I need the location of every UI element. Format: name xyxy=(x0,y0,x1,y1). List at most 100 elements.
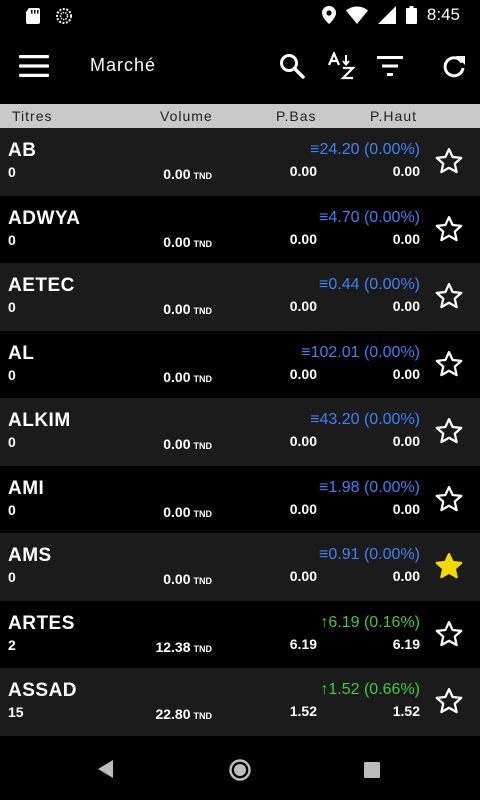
row-volume: 0.00 TND xyxy=(163,166,212,182)
favorite-star-icon[interactable] xyxy=(434,146,464,176)
hamburger-menu-icon xyxy=(19,55,49,77)
favorite-star-icon[interactable] xyxy=(434,349,464,379)
row-volume-value: 0.00 xyxy=(163,233,191,250)
signal-icon xyxy=(377,6,396,24)
table-row[interactable]: AMI 0 0.00 TND ≡1.98 (0.00%) 0.00 0.00 xyxy=(0,465,480,533)
sort-az-button[interactable] xyxy=(326,50,358,82)
row-low: 0.00 xyxy=(289,433,317,449)
row-high: 6.19 xyxy=(392,635,420,652)
row-symbol: ARTES xyxy=(8,612,75,634)
row-quantity: 0 xyxy=(8,231,16,248)
row-volume-value: 22.80 xyxy=(155,706,191,722)
column-titres[interactable]: Titres xyxy=(12,108,52,124)
refresh-button[interactable] xyxy=(438,50,470,82)
row-quantity: 2 xyxy=(8,636,16,653)
securities-list: AB 0 0.00 TND ≡24.20 (0.00%) 0.00 0.00 AD… xyxy=(0,128,480,736)
refresh-icon xyxy=(443,56,465,78)
row-price: ≡0.91 (0.00%) xyxy=(319,546,420,563)
row-low: 0.00 xyxy=(289,365,317,382)
favorite-star-icon[interactable] xyxy=(434,214,464,244)
row-high: 0.00 xyxy=(392,163,420,179)
row-volume: 22.80 TND xyxy=(155,706,212,722)
row-low: 1.52 xyxy=(289,703,317,719)
row-high: 0.00 xyxy=(392,298,420,314)
row-volume: 0.00 TND xyxy=(163,436,212,452)
status-time: 8:45 xyxy=(426,5,460,24)
row-quantity: 0 xyxy=(8,164,16,180)
row-price: ≡43.20 (0.00%) xyxy=(310,411,420,428)
recents-nav-icon[interactable] xyxy=(364,762,380,778)
row-volume: 12.38 TND xyxy=(155,639,212,655)
row-low: 6.19 xyxy=(289,635,317,652)
row-volume: 0.00 TND xyxy=(163,571,212,587)
battery-icon xyxy=(405,6,417,24)
row-high: 0.00 xyxy=(392,365,420,382)
favorite-star-icon[interactable] xyxy=(434,551,464,581)
status-right: 8:45 xyxy=(321,5,460,25)
row-symbol: ALKIM xyxy=(8,410,71,431)
table-row[interactable]: AB 0 0.00 TND ≡24.20 (0.00%) 0.00 0.00 xyxy=(0,128,480,196)
row-low: 0.00 xyxy=(289,568,317,584)
row-symbol: ADWYA xyxy=(8,207,81,229)
row-volume-value: 0.00 xyxy=(163,166,191,182)
menu-button[interactable] xyxy=(18,50,50,82)
filter-button[interactable] xyxy=(374,50,406,82)
row-price: ↑1.52 (0.66%) xyxy=(320,681,420,698)
row-symbol: AL xyxy=(8,342,35,364)
row-volume-unit: TND xyxy=(193,306,213,316)
row-volume-value: 0.00 xyxy=(163,571,191,587)
column-phaut[interactable]: P.Haut xyxy=(370,108,417,124)
row-high: 0.00 xyxy=(392,433,420,449)
row-price: ↑6.19 (0.16%) xyxy=(320,613,420,631)
location-icon xyxy=(321,6,336,24)
row-price: ≡0.44 (0.00%) xyxy=(319,276,420,293)
row-symbol: AETEC xyxy=(8,275,75,296)
page-title: Marché xyxy=(90,55,157,75)
sd-card-icon xyxy=(26,8,40,24)
search-icon xyxy=(280,54,305,79)
column-pbas[interactable]: P.Bas xyxy=(276,108,317,124)
row-volume-value: 12.38 xyxy=(155,638,191,655)
favorite-star-icon[interactable] xyxy=(434,619,464,649)
favorite-star-icon[interactable] xyxy=(434,484,464,514)
favorite-star-icon[interactable] xyxy=(434,281,464,311)
row-quantity: 0 xyxy=(8,434,16,450)
search-button[interactable] xyxy=(276,50,308,82)
row-price: ≡1.98 (0.00%) xyxy=(319,478,420,496)
row-quantity: 0 xyxy=(8,569,16,585)
table-row[interactable]: AL 0 0.00 TND ≡102.01 (0.00%) 0.00 0.00 xyxy=(0,330,480,398)
table-row[interactable]: ADWYA 0 0.00 TND ≡4.70 (0.00%) 0.00 0.00 xyxy=(0,195,480,263)
row-quantity: 0 xyxy=(8,366,16,383)
table-row[interactable]: ARTES 2 12.38 TND ↑6.19 (0.16%) 6.19 6.19 xyxy=(0,600,480,668)
row-volume-unit: TND xyxy=(193,508,213,519)
row-symbol: AMI xyxy=(8,477,45,499)
row-volume-value: 0.00 xyxy=(163,301,191,317)
table-row[interactable]: AMS 0 0.00 TND ≡0.91 (0.00%) 0.00 0.00 xyxy=(0,533,480,601)
sync-spinner-icon xyxy=(56,8,72,24)
row-volume-value: 0.00 xyxy=(163,436,191,452)
table-row[interactable]: AETEC 0 0.00 TND ≡0.44 (0.00%) 0.00 0.00 xyxy=(0,263,480,331)
row-high: 1.52 xyxy=(392,703,420,719)
app-toolbar: Marché xyxy=(0,32,480,100)
row-volume-unit: TND xyxy=(193,576,213,586)
row-low: 0.00 xyxy=(289,163,317,179)
table-row[interactable]: ALKIM 0 0.00 TND ≡43.20 (0.00%) 0.00 0.00 xyxy=(0,398,480,466)
row-symbol: AB xyxy=(8,140,37,161)
row-volume-value: 0.00 xyxy=(163,368,191,385)
table-row[interactable]: ASSAD 15 22.80 TND ↑1.52 (0.66%) 1.52 1.5… xyxy=(0,668,480,736)
row-price: ≡102.01 (0.00%) xyxy=(301,343,420,361)
back-nav-icon[interactable] xyxy=(98,760,114,778)
row-low: 0.00 xyxy=(289,230,317,247)
row-volume: 0.00 TND xyxy=(163,301,212,317)
column-volume[interactable]: Volume xyxy=(160,108,213,124)
favorite-star-icon[interactable] xyxy=(434,686,464,716)
row-volume-unit: TND xyxy=(193,441,213,451)
row-symbol: AMS xyxy=(8,545,52,566)
favorite-star-icon[interactable] xyxy=(434,416,464,446)
status-bar: 8:45 xyxy=(0,0,480,32)
home-nav-icon[interactable] xyxy=(228,758,252,782)
row-price: ≡24.20 (0.00%) xyxy=(310,141,420,158)
row-quantity: 15 xyxy=(8,704,24,720)
row-volume-unit: TND xyxy=(193,373,213,384)
column-header: Titres Volume P.Bas P.Haut xyxy=(0,104,480,128)
